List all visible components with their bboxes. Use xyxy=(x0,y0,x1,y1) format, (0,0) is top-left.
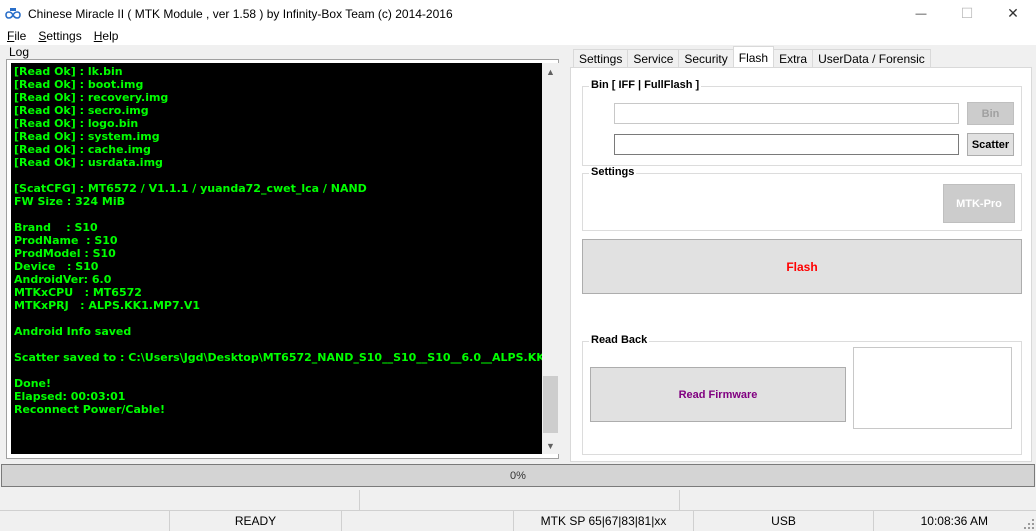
log-line: Done! xyxy=(14,377,51,390)
log-line: AndroidVer: 6.0 xyxy=(14,273,112,286)
minimize-icon: — xyxy=(915,7,927,20)
log-line: MTKxPRJ : ALPS.KK1.MP7.V1 xyxy=(14,299,200,312)
settings-group: Settings MTK-Pro xyxy=(582,166,1022,231)
info-cell-3 xyxy=(680,490,1036,510)
scatter-button[interactable]: Scatter xyxy=(967,133,1014,156)
menu-bar: File Settings Help xyxy=(0,27,1036,45)
menu-help-label: elp xyxy=(102,29,119,43)
log-group-label: Log xyxy=(9,45,30,59)
status-ready: READY xyxy=(170,511,342,531)
tab-security[interactable]: Security xyxy=(678,49,734,68)
status-usb: USB xyxy=(694,511,874,531)
info-cell-1 xyxy=(0,490,360,510)
tab-flash[interactable]: Flash xyxy=(732,46,775,68)
log-line: FW Size : 324 MiB xyxy=(14,195,125,208)
info-bar xyxy=(0,490,1036,510)
tab-service[interactable]: Service xyxy=(627,49,680,68)
status-cell-empty-2 xyxy=(342,511,514,531)
log-line: Scatter saved to : C:\Users\Jgd\Desktop\… xyxy=(14,351,542,364)
maximize-icon: ☐ xyxy=(960,5,974,21)
status-time: 10:08:36 AM xyxy=(920,514,988,528)
minimize-button[interactable]: — xyxy=(898,0,944,27)
info-cell-2 xyxy=(360,490,680,510)
status-mtk-sp: MTK SP 65|67|83|81|xx xyxy=(514,511,694,531)
title-bar: Chinese Miracle II ( MTK Module , ver 1.… xyxy=(0,0,1036,27)
log-text: [Read Ok] : lk.bin [Read Ok] : boot.img [R… xyxy=(11,63,542,416)
log-line: [Read Ok] : system.img xyxy=(14,130,160,143)
log-line: ProdName : S10 xyxy=(14,234,118,247)
bin-group-title: Bin [ IFF | FullFlash ] xyxy=(589,79,702,91)
scatter-path-field[interactable] xyxy=(614,134,959,155)
log-line: MTKxCPU : MT6572 xyxy=(14,286,142,299)
log-line: [ScatCFG] : MT6572 / V1.1.1 / yuanda72_c… xyxy=(14,182,367,195)
log-line: [Read Ok] : boot.img xyxy=(14,78,144,91)
status-bar: READY MTK SP 65|67|83|81|xx USB 10:08:36… xyxy=(0,510,1036,531)
tab-userdata-forensic[interactable]: UserData / Forensic xyxy=(812,49,931,68)
readback-options-box xyxy=(853,347,1012,429)
log-line: [Read Ok] : usrdata.img xyxy=(14,156,163,169)
log-line: [Read Ok] : logo.bin xyxy=(14,117,139,130)
flash-button[interactable]: Flash xyxy=(582,239,1022,294)
log-console[interactable]: [Read Ok] : lk.bin [Read Ok] : boot.img [R… xyxy=(11,63,542,454)
progress-text: 0% xyxy=(510,469,526,482)
progress-bar: 0% xyxy=(1,464,1035,487)
app-infinity-icon xyxy=(4,7,22,20)
scroll-up-icon[interactable]: ▲ xyxy=(542,63,559,80)
tab-strip: Settings Service Security Flash Extra Us… xyxy=(573,46,931,68)
log-group: [Read Ok] : lk.bin [Read Ok] : boot.img [R… xyxy=(6,59,559,459)
log-line: [Read Ok] : cache.img xyxy=(14,143,151,156)
menu-file[interactable]: File xyxy=(7,29,26,43)
tab-extra[interactable]: Extra xyxy=(773,49,814,68)
log-line: Elapsed: 00:03:01 xyxy=(14,390,126,403)
scroll-down-icon[interactable]: ▼ xyxy=(542,437,559,454)
log-scrollbar[interactable]: ▲ ▼ xyxy=(542,63,559,454)
settings-group-title: Settings xyxy=(589,166,637,178)
status-cell-empty xyxy=(0,511,170,531)
resize-grip-icon[interactable] xyxy=(1024,519,1034,529)
bin-path-field[interactable] xyxy=(614,103,959,124)
window-title: Chinese Miracle II ( MTK Module , ver 1.… xyxy=(28,6,453,21)
close-button[interactable]: ✕ xyxy=(990,0,1036,27)
log-line: ProdModel : S10 xyxy=(14,247,116,260)
log-line: Android Info saved xyxy=(14,325,132,338)
close-icon: ✕ xyxy=(1007,5,1019,21)
read-firmware-button[interactable]: Read Firmware xyxy=(590,367,846,422)
menu-file-label: ile xyxy=(14,29,27,43)
log-line: Device : S10 xyxy=(14,260,99,273)
log-line: Reconnect Power/Cable! xyxy=(14,403,166,416)
flash-tab-panel: Bin [ IFF | FullFlash ] Bin Scatter Sett… xyxy=(570,67,1032,462)
log-line: Brand : S10 xyxy=(14,221,98,234)
readback-group: Read Back Read Firmware xyxy=(582,334,1022,455)
log-line: [Read Ok] : lk.bin xyxy=(14,65,123,78)
scroll-thumb[interactable] xyxy=(543,376,558,433)
menu-help[interactable]: Help xyxy=(94,29,119,43)
bin-group: Bin [ IFF | FullFlash ] Bin Scatter xyxy=(582,79,1022,166)
log-line: [Read Ok] : secro.img xyxy=(14,104,149,117)
bin-button[interactable]: Bin xyxy=(967,102,1014,125)
readback-group-title: Read Back xyxy=(589,334,650,346)
tab-settings[interactable]: Settings xyxy=(573,49,629,68)
menu-settings[interactable]: Settings xyxy=(38,29,81,43)
mtk-pro-button[interactable]: MTK-Pro xyxy=(943,184,1015,223)
maximize-button[interactable]: ☐ xyxy=(944,0,990,27)
log-line: [Read Ok] : recovery.img xyxy=(14,91,169,104)
menu-settings-label: ettings xyxy=(46,29,82,43)
